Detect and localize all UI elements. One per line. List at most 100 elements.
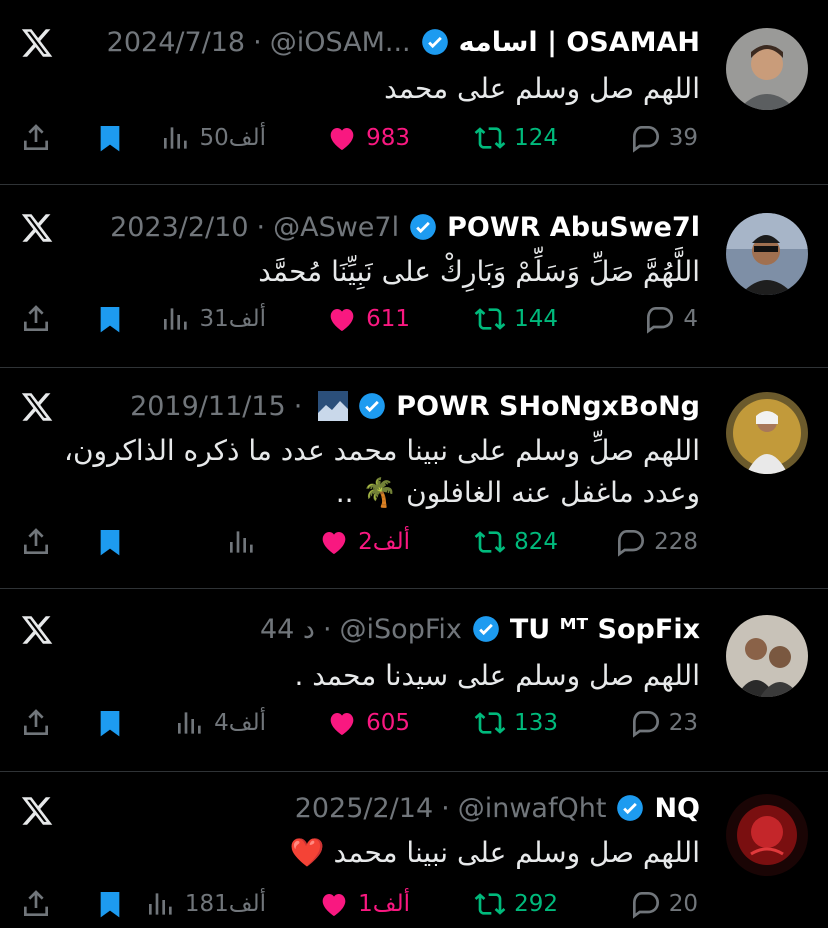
views-button[interactable]: 181ألف: [145, 888, 266, 920]
views-button[interactable]: 31ألف: [160, 303, 267, 335]
verified-badge-icon: [359, 393, 386, 419]
bookmark-button[interactable]: [94, 888, 126, 920]
views-icon: [163, 308, 187, 330]
verified-badge-icon: [421, 29, 448, 55]
tweet-text: اللهم صلِّ وسلم على نبينا محمد عدد ما ذك…: [63, 434, 700, 509]
views-icon: [163, 127, 187, 149]
x-logo-icon: [21, 797, 53, 825]
views-button[interactable]: [226, 526, 266, 558]
avatar-5[interactable]: [726, 794, 808, 876]
separator-dot: ·: [322, 613, 332, 645]
like-button[interactable]: 1ألف: [318, 888, 410, 920]
like-count: 611: [366, 306, 410, 332]
verified-badge-icon: [617, 795, 644, 821]
avatar-4[interactable]: [726, 615, 808, 697]
tweet-date[interactable]: 2019/11/15: [130, 391, 286, 422]
share-icon: [24, 124, 48, 150]
author-name[interactable]: NQ: [654, 793, 700, 824]
retweet-icon: [474, 531, 506, 553]
tweet-meta: @iOSAM... · 2024/7/18: [107, 27, 411, 58]
tweet-actions: 228 824 2ألف: [0, 526, 828, 566]
separator-dot: ·: [253, 26, 262, 58]
separator-dot: ·: [256, 211, 266, 243]
author-name[interactable]: POWR AbuSwe7l: [447, 212, 700, 243]
retweet-icon: [474, 308, 506, 330]
tweet-header: NQ @inwafQht · 2025/2/14: [295, 788, 700, 828]
avatar-2[interactable]: [726, 213, 808, 295]
tweet-actions: 23 133 605 4ألف: [0, 707, 828, 747]
views-button[interactable]: 4ألف: [174, 707, 266, 739]
retweet-button[interactable]: 133: [474, 707, 558, 739]
author-handle[interactable]: @inwafQht: [458, 793, 607, 824]
tweet-date[interactable]: 2023/2/10: [110, 212, 248, 243]
handle-image-icon[interactable]: [318, 390, 349, 421]
author-name[interactable]: اسامه | OSAMAH: [459, 27, 700, 58]
share-icon: [24, 890, 48, 916]
author-name[interactable]: TU ᴹᵀ SopFix: [510, 614, 700, 645]
reply-button[interactable]: 39: [629, 122, 698, 154]
retweet-icon: [474, 893, 506, 915]
reply-button[interactable]: 228: [614, 526, 698, 558]
views-count: 181ألف: [184, 891, 266, 917]
share-icon: [24, 305, 48, 331]
share-icon: [24, 709, 48, 735]
views-button[interactable]: 50ألف: [160, 122, 266, 154]
reply-count: 228: [654, 529, 698, 555]
bookmark-icon: [100, 530, 120, 556]
retweet-icon: [474, 127, 506, 149]
reply-button[interactable]: 23: [629, 707, 698, 739]
views-icon: [148, 893, 172, 915]
share-button[interactable]: [20, 707, 52, 739]
retweet-count: 124: [514, 125, 558, 151]
avatar-image: [726, 794, 808, 876]
retweet-button[interactable]: 124: [474, 122, 558, 154]
views-icon: [178, 712, 201, 734]
avatar-3[interactable]: [726, 392, 808, 474]
avatar-1[interactable]: [726, 28, 808, 110]
like-button[interactable]: 2ألف: [318, 526, 410, 558]
share-button[interactable]: [20, 526, 52, 558]
share-button[interactable]: [20, 122, 52, 154]
like-button[interactable]: 611: [326, 303, 410, 335]
tweet-4[interactable]: TU ᴹᵀ SopFix @iSopFix · 44 د اللهم صل وس…: [0, 589, 828, 772]
avatar-image: [726, 392, 808, 474]
reply-button[interactable]: 20: [629, 888, 698, 920]
author-name[interactable]: POWR SHoNgxBoNg: [396, 391, 700, 422]
reply-icon: [632, 126, 659, 153]
like-heart-icon: [322, 532, 346, 554]
bookmark-button[interactable]: [94, 707, 126, 739]
like-heart-icon: [330, 128, 354, 150]
like-button[interactable]: 605: [326, 707, 410, 739]
bookmark-button[interactable]: [94, 526, 126, 558]
retweet-button[interactable]: 824: [474, 526, 558, 558]
reply-icon: [632, 711, 659, 738]
tweet-date[interactable]: 2025/2/14: [295, 793, 433, 824]
retweet-button[interactable]: 144: [474, 303, 558, 335]
tweet-3[interactable]: POWR SHoNgxBoNg · 2019/11/15 اللهم صلِّ …: [0, 368, 828, 589]
tweet-2[interactable]: POWR AbuSwe7l @ASwe7l · 2023/2/10 اللَّه…: [0, 185, 828, 368]
like-button[interactable]: 983: [326, 122, 410, 154]
x-logo-icon: [21, 616, 53, 644]
tweet-date[interactable]: 2024/7/18: [107, 27, 245, 58]
x-logo-icon: [21, 214, 53, 242]
share-button[interactable]: [20, 303, 52, 335]
views-icon: [230, 531, 253, 553]
tweet-meta: @inwafQht · 2025/2/14: [295, 793, 607, 824]
reply-count: 4: [683, 306, 698, 332]
tweet-date[interactable]: 44 د: [260, 614, 315, 645]
tweet-1[interactable]: اسامه | OSAMAH @iOSAM... · 2024/7/18 الل…: [0, 0, 828, 185]
bookmark-button[interactable]: [94, 303, 126, 335]
bookmark-button[interactable]: [94, 122, 126, 154]
author-handle[interactable]: @iOSAM...: [270, 27, 411, 58]
reply-button[interactable]: 4: [643, 303, 698, 335]
views-count: 31ألف: [199, 306, 267, 332]
author-handle[interactable]: @ASwe7l: [273, 212, 399, 243]
tweet-text: اللهم صل وسلم على نبينا محمد ❤️: [289, 836, 700, 869]
author-handle[interactable]: @iSopFix: [340, 614, 462, 645]
retweet-button[interactable]: 292: [474, 888, 558, 920]
tweet-header: اسامه | OSAMAH @iOSAM... · 2024/7/18: [107, 22, 700, 62]
tweet-meta: @ASwe7l · 2023/2/10: [110, 212, 399, 243]
share-button[interactable]: [20, 888, 52, 920]
verified-badge-icon: [410, 214, 436, 240]
tweet-5[interactable]: NQ @inwafQht · 2025/2/14 اللهم صل وسلم ع…: [0, 772, 828, 924]
